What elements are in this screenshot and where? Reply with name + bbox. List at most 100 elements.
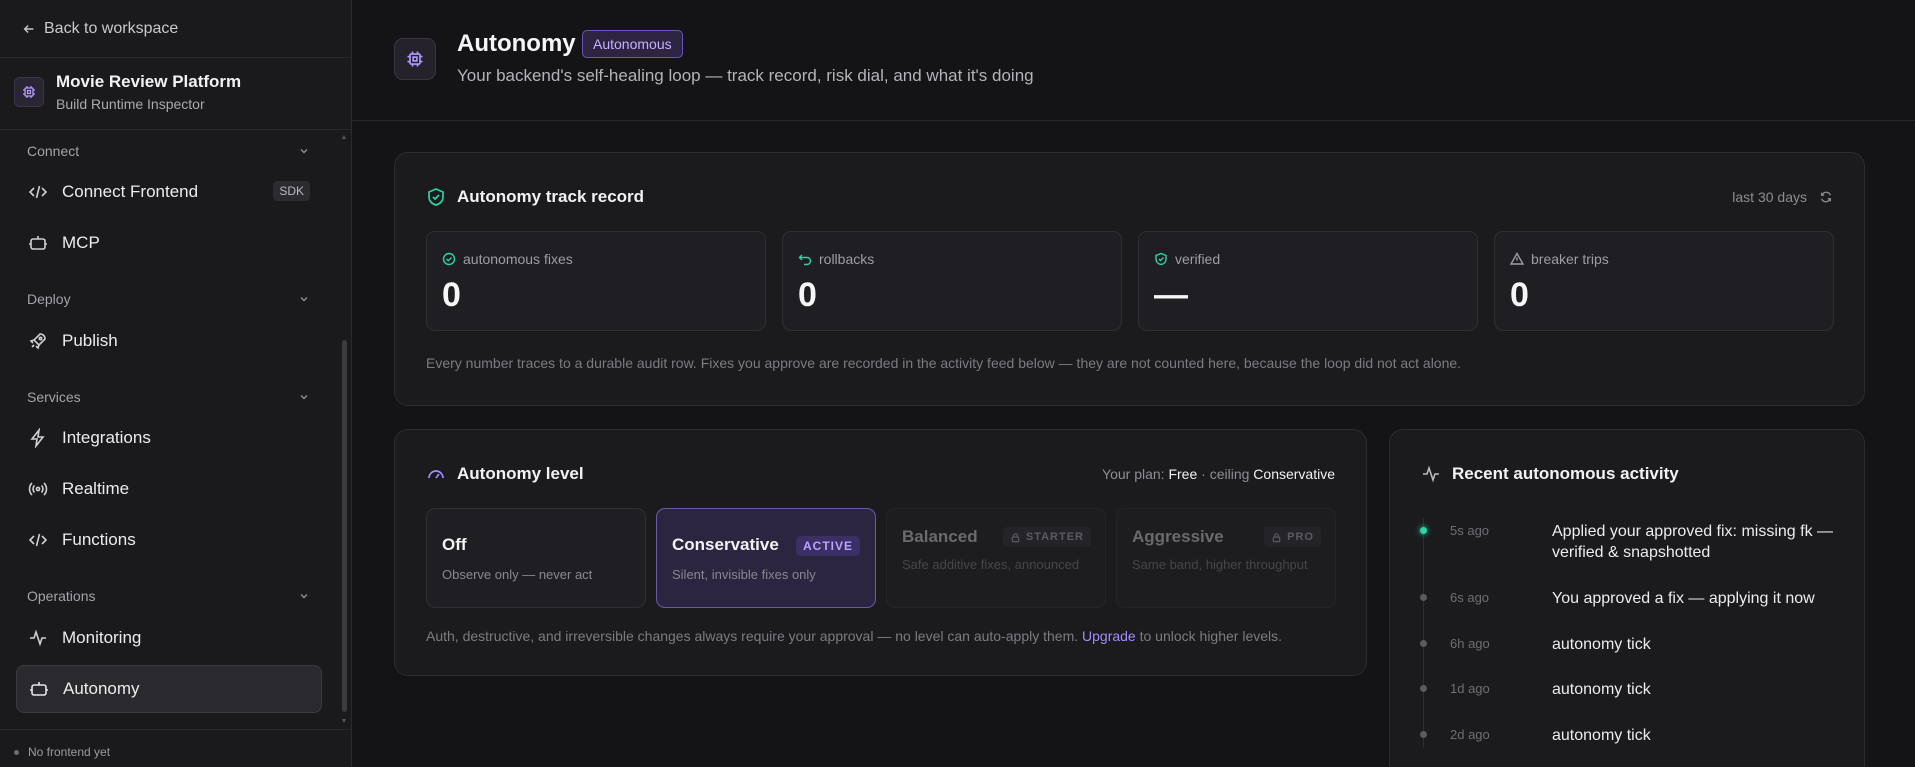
arrow-left-icon	[23, 25, 34, 33]
check-circle-icon	[442, 252, 456, 266]
chevron-down-icon	[300, 297, 308, 302]
activity-text: autonomy tick	[1552, 727, 1651, 744]
recent-activity-card: Recent autonomous activity 5s ago Applie…	[1389, 429, 1865, 767]
frontend-status: No frontend yet	[14, 745, 110, 759]
activity-time: 1d ago	[1450, 681, 1490, 696]
bot-icon	[29, 236, 47, 250]
back-label: Back to workspace	[44, 20, 179, 37]
level-off[interactable]: Off Observe only — never act	[426, 508, 646, 608]
stat-label: rollbacks	[798, 251, 874, 267]
plan-info: Your plan: Free · ceiling Conservative	[1102, 466, 1335, 482]
status-dot	[14, 749, 19, 755]
ceiling-prefix: · ceiling	[1201, 466, 1250, 482]
time-range: last 30 days	[1732, 189, 1833, 205]
card-title-text: Autonomy level	[457, 464, 584, 483]
note-text: to unlock higher levels.	[1139, 628, 1283, 644]
section-services[interactable]: Services	[27, 388, 310, 406]
bolt-icon	[30, 428, 45, 448]
sidebar-item-label: Autonomy	[63, 679, 140, 698]
stat-label-text: verified	[1175, 251, 1221, 267]
broadcast-icon	[28, 482, 48, 496]
stat-label-text: breaker trips	[1531, 251, 1609, 267]
section-label: Deploy	[27, 291, 71, 307]
section-deploy[interactable]: Deploy	[27, 290, 310, 308]
section-label: Connect	[27, 143, 80, 159]
sidebar-item-autonomy[interactable]: Autonomy	[16, 665, 322, 713]
scroll-up-arrow[interactable]: ▲	[340, 134, 348, 142]
activity-text: autonomy tick	[1552, 681, 1651, 698]
track-record-card: Autonomy track record last 30 days auton…	[394, 152, 1865, 406]
activity-time: 6h ago	[1450, 636, 1490, 651]
level-desc: Safe additive fixes, announced	[902, 557, 1080, 572]
sidebar-item-label: Monitoring	[62, 628, 142, 647]
stat-label: verified	[1154, 251, 1220, 267]
code-icon	[28, 185, 48, 199]
lock-icon	[1272, 532, 1281, 542]
activity-icon	[30, 629, 46, 647]
sidebar-item-monitoring[interactable]: Monitoring	[16, 614, 322, 662]
activity-text: Applied your approved fix: missing fk — …	[1552, 523, 1834, 561]
project-subtitle: Build Runtime Inspector	[56, 96, 205, 112]
sidebar-item-functions[interactable]: Functions	[16, 516, 322, 564]
back-to-workspace-link[interactable]: Back to workspace	[22, 19, 178, 39]
sidebar-item-publish[interactable]: Publish	[16, 317, 322, 365]
sidebar-divider	[0, 57, 352, 58]
sidebar-item-integrations[interactable]: Integrations	[16, 414, 322, 462]
project-name: Movie Review Platform	[56, 72, 242, 91]
warning-icon	[1510, 252, 1524, 265]
sidebar-divider	[0, 729, 352, 730]
refresh-icon[interactable]	[1819, 190, 1833, 204]
status-badge: Autonomous	[582, 30, 683, 58]
track-record-note: Every number traces to a durable audit r…	[426, 355, 1462, 371]
timeline-line	[1423, 518, 1424, 748]
activity-text: You approved a fix — applying it now	[1552, 590, 1815, 607]
active-badge: ACTIVE	[795, 536, 860, 556]
stat-label: autonomous fixes	[442, 251, 573, 267]
section-label: Services	[27, 389, 81, 405]
sidebar-item-realtime[interactable]: Realtime	[16, 465, 322, 513]
stat-value: —	[1154, 276, 1188, 314]
undo-icon	[798, 254, 812, 266]
lock-icon	[1011, 532, 1020, 542]
sidebar-item-label: Publish	[62, 331, 118, 350]
stat-autonomous-fixes: autonomous fixes 0	[426, 231, 766, 331]
level-name: Balanced	[902, 527, 978, 546]
live-dot	[1420, 527, 1427, 534]
scroll-down-arrow[interactable]: ▼	[340, 718, 348, 726]
level-desc: Same band, higher throughput	[1132, 557, 1308, 572]
project-switcher[interactable]: Movie Review Platform Build Runtime Insp…	[14, 72, 241, 112]
stat-label: breaker trips	[1510, 251, 1609, 267]
activity-time: 5s ago	[1450, 523, 1490, 538]
section-connect[interactable]: Connect	[27, 142, 310, 160]
pro-lock-badge: PRO	[1264, 527, 1321, 547]
page-subtitle: Your backend's self-healing loop — track…	[457, 66, 1034, 85]
shield-check-icon	[1155, 252, 1167, 266]
sidebar: Back to workspace Movie Review Platform …	[0, 0, 352, 767]
section-operations[interactable]: Operations	[27, 587, 310, 605]
shield-check-icon	[428, 188, 444, 206]
stat-value: 0	[1510, 276, 1529, 314]
upgrade-link[interactable]: Upgrade	[1082, 628, 1136, 644]
stat-label-text: rollbacks	[819, 251, 875, 267]
level-conservative[interactable]: Conservative ACTIVE Silent, invisible fi…	[656, 508, 876, 608]
timeline-dot	[1420, 594, 1427, 601]
frontend-status-label: No frontend yet	[28, 745, 111, 759]
sidebar-item-connect-frontend[interactable]: Connect Frontend SDK	[16, 168, 322, 216]
sidebar-item-label: Connect Frontend	[62, 182, 199, 201]
chevron-down-icon	[300, 149, 308, 154]
sidebar-item-label: Functions	[62, 530, 136, 549]
card-title: Autonomy level	[426, 464, 584, 484]
level-balanced[interactable]: Balanced STARTER Safe additive fixes, an…	[886, 508, 1106, 608]
stat-value: 0	[442, 276, 461, 314]
page-title: Autonomy	[457, 30, 576, 57]
lock-label: STARTER	[1025, 531, 1084, 543]
plan-prefix: Your plan:	[1102, 466, 1165, 482]
sidebar-item-label: MCP	[62, 233, 100, 252]
card-title-text: Recent autonomous activity	[1452, 464, 1679, 483]
time-range-label: last 30 days	[1732, 189, 1807, 205]
stat-verified: verified —	[1138, 231, 1478, 331]
level-aggressive[interactable]: Aggressive PRO Same band, higher through…	[1116, 508, 1336, 608]
level-name: Aggressive	[1132, 527, 1224, 546]
sidebar-item-mcp[interactable]: MCP	[16, 219, 322, 267]
sidebar-scrollbar[interactable]	[342, 340, 347, 712]
